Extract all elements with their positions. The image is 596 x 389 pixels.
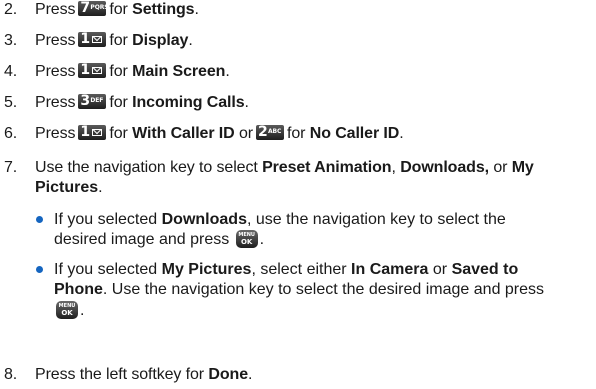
step-8: 8. Press the left softkey for Done. bbox=[4, 366, 253, 383]
key-letters: PQRS bbox=[90, 4, 107, 11]
option-saved-to-phone-part2: Phone bbox=[54, 281, 103, 298]
step-5: 5. Press 3 DEF for Incoming Calls. bbox=[4, 94, 249, 111]
option-my-pictures-part2: Pictures bbox=[35, 179, 99, 196]
for-word: for bbox=[109, 125, 128, 142]
for-word: for bbox=[287, 125, 306, 142]
step-number: 6. bbox=[4, 125, 18, 142]
bullet-rest: . Use the navigation key to select the d… bbox=[102, 281, 545, 298]
bullet-mid: , select either bbox=[251, 261, 347, 278]
key-digit: 7 bbox=[80, 1, 91, 16]
bullet-text-line1: If you selected My Pictures, select eith… bbox=[54, 260, 518, 280]
bullet-rest: , use the navigation key to select the bbox=[246, 211, 506, 228]
step-8-text: Press the left softkey for bbox=[35, 366, 205, 383]
bullet-my-pictures: If you selected My Pictures, select eith… bbox=[36, 260, 596, 322]
bullet-pre: If you selected bbox=[54, 211, 158, 228]
instruction-steps: 2. Press 7 PQRS for Settings. 3. Press 1 for Di… bbox=[0, 0, 596, 389]
key-letters: ABC bbox=[268, 128, 282, 135]
bullet-dot bbox=[36, 266, 43, 273]
key-bottom-label: OK bbox=[61, 309, 73, 317]
bullet-bold: Downloads bbox=[161, 211, 247, 228]
bullet-bold: My Pictures bbox=[161, 261, 252, 278]
option-downloads: Downloads, bbox=[400, 159, 489, 176]
voicemail-envelope-icon bbox=[92, 67, 103, 74]
bullet-line2: desired image and press bbox=[54, 231, 230, 248]
keypad-1-voicemail-icon: 1 bbox=[78, 32, 107, 47]
menu-target: Settings bbox=[132, 1, 195, 18]
key-digit: 3 bbox=[80, 94, 91, 109]
key-digit: 1 bbox=[80, 32, 91, 47]
step-3: 3. Press 1 for Display. bbox=[4, 32, 193, 49]
key-digit: 2 bbox=[258, 125, 268, 140]
menu-ok-key-icon: MENU OK bbox=[235, 230, 258, 248]
step-7-intro: Use the navigation key to select bbox=[35, 159, 258, 176]
keypad-2-icon: 2 ABC bbox=[256, 125, 284, 140]
step-number: 7. bbox=[4, 159, 18, 176]
or-word: or bbox=[238, 125, 253, 142]
bullet-downloads: If you selected Downloads, use the navig… bbox=[36, 210, 576, 250]
bullet-text-line1: If you selected Downloads, use the navig… bbox=[54, 210, 506, 230]
press-word: Press bbox=[35, 94, 76, 111]
option-my-pictures-part1: My bbox=[511, 159, 534, 176]
option-done: Done bbox=[208, 366, 248, 383]
menu-target: Main Screen bbox=[132, 63, 226, 80]
press-word: Press bbox=[35, 32, 76, 49]
press-word: Press bbox=[35, 63, 76, 80]
bullet-dot bbox=[36, 216, 43, 223]
step-number: 8. bbox=[4, 366, 18, 383]
step-7: 7. Use the navigation key to select Prese… bbox=[4, 159, 534, 176]
keypad-1-voicemail-icon: 1 bbox=[78, 125, 107, 140]
step-4: 4. Press 1 for Main Screen. bbox=[4, 63, 230, 80]
key-digit: 1 bbox=[80, 63, 91, 78]
keypad-7-icon: 7 PQRS bbox=[78, 1, 107, 16]
option-preset-animation: Preset Animation bbox=[262, 159, 392, 176]
key-digit: 1 bbox=[80, 125, 91, 140]
for-word: for bbox=[109, 32, 128, 49]
step-6: 6. Press 1 for With Caller ID or 2 ABC for No … bbox=[4, 125, 404, 142]
bullet-pre: If you selected bbox=[54, 261, 158, 278]
press-word: Press bbox=[35, 125, 76, 142]
voicemail-envelope-icon bbox=[92, 36, 103, 43]
keypad-1-voicemail-icon: 1 bbox=[78, 63, 107, 78]
bullet-text-line3: MENU OK. bbox=[54, 301, 84, 321]
menu-target: Incoming Calls bbox=[132, 94, 245, 111]
bullet-text-line2: Phone. Use the navigation key to select … bbox=[54, 280, 544, 300]
period: . bbox=[98, 179, 103, 196]
step-number: 5. bbox=[4, 94, 18, 111]
key-bottom-label: OK bbox=[240, 238, 253, 246]
step-7-continued: Pictures. bbox=[35, 178, 103, 198]
bullet-text-line2: desired image and press MENU OK. bbox=[54, 230, 265, 248]
keypad-3-icon: 3 DEF bbox=[78, 94, 107, 109]
press-word: Press bbox=[35, 1, 76, 18]
key-letters: DEF bbox=[90, 97, 104, 104]
step-number: 4. bbox=[4, 63, 18, 80]
voicemail-envelope-icon bbox=[92, 129, 103, 136]
for-word: for bbox=[109, 63, 128, 80]
step-number: 3. bbox=[4, 32, 18, 49]
menu-target: With Caller ID bbox=[132, 125, 235, 142]
option-saved-to-phone-part1: Saved to bbox=[451, 261, 519, 278]
for-word: for bbox=[109, 1, 128, 18]
step-2: 2. Press 7 PQRS for Settings. bbox=[4, 1, 199, 18]
option-in-camera: In Camera bbox=[351, 261, 429, 278]
step-number: 2. bbox=[4, 1, 18, 18]
menu-ok-key-icon: MENU OK bbox=[56, 301, 78, 319]
or-word: or bbox=[432, 261, 448, 278]
for-word: for bbox=[109, 94, 128, 111]
menu-target: No Caller ID bbox=[309, 125, 400, 142]
menu-target: Display bbox=[132, 32, 189, 49]
